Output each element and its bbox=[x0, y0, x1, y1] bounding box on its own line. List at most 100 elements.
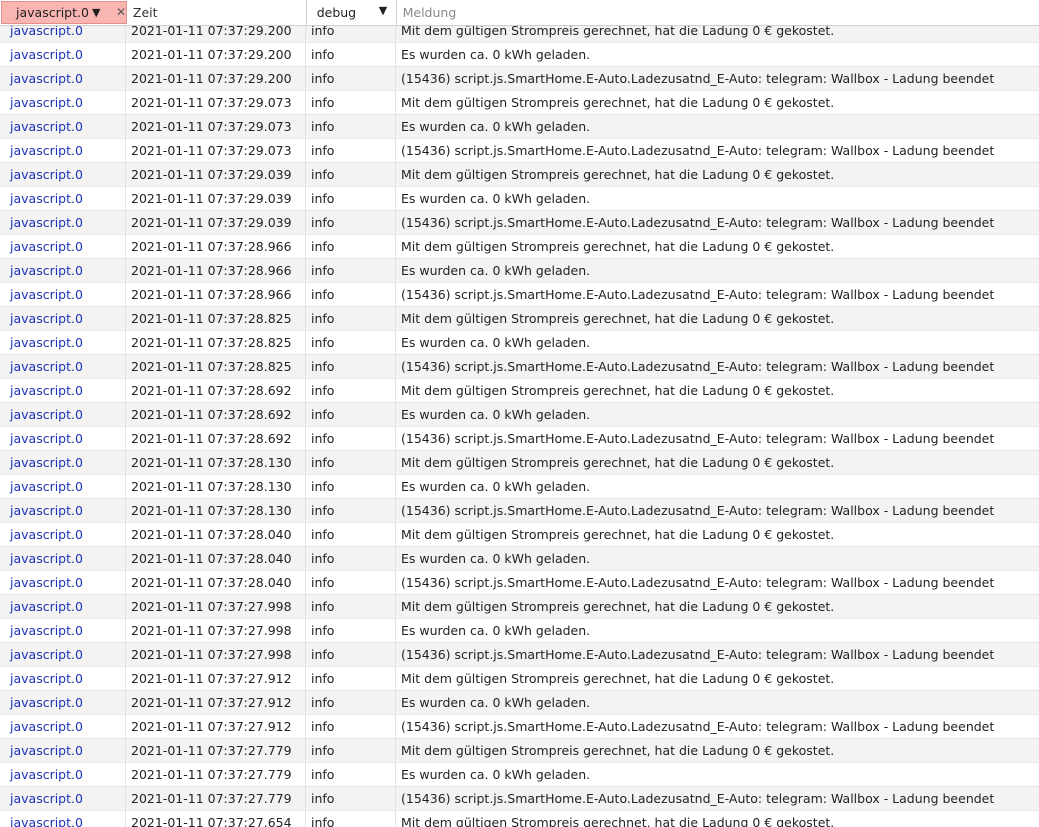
log-time: 2021-01-11 07:37:29.073 bbox=[126, 139, 306, 162]
log-row[interactable]: javascript.0 2021-01-11 07:37:29.039 info E… bbox=[0, 187, 1039, 211]
log-row[interactable]: javascript.0 2021-01-11 07:37:28.825 info E… bbox=[0, 331, 1039, 355]
log-row[interactable]: javascript.0 2021-01-11 07:37:28.040 info E… bbox=[0, 547, 1039, 571]
log-severity: info bbox=[306, 499, 396, 522]
log-source: javascript.0 bbox=[0, 547, 126, 570]
log-row[interactable]: javascript.0 2021-01-11 07:37:28.130 info E… bbox=[0, 475, 1039, 499]
log-severity: info bbox=[306, 67, 396, 90]
log-time: 2021-01-11 07:37:29.039 bbox=[126, 211, 306, 234]
log-message: (15436) script.js.SmartHome.E-Auto.Ladez… bbox=[401, 215, 995, 230]
chevron-down-icon[interactable]: ▼ bbox=[92, 6, 100, 19]
log-message: (15436) script.js.SmartHome.E-Auto.Ladez… bbox=[401, 143, 995, 158]
log-severity: info bbox=[306, 451, 396, 474]
log-row[interactable]: javascript.0 2021-01-11 07:37:29.073 info M… bbox=[0, 91, 1039, 115]
log-row[interactable]: javascript.0 2021-01-11 07:37:27.912 info M… bbox=[0, 667, 1039, 691]
log-time: 2021-01-11 07:37:27.998 bbox=[126, 595, 306, 618]
log-row[interactable]: javascript.0 2021-01-11 07:37:28.040 info (… bbox=[0, 571, 1039, 595]
log-source: javascript.0 bbox=[0, 115, 126, 138]
log-row[interactable]: javascript.0 2021-01-11 07:37:27.779 info (… bbox=[0, 787, 1039, 811]
log-severity: info bbox=[306, 43, 396, 66]
log-row[interactable]: javascript.0 2021-01-11 07:37:28.966 info (… bbox=[0, 283, 1039, 307]
log-row[interactable]: javascript.0 2021-01-11 07:37:27.779 info M… bbox=[0, 739, 1039, 763]
log-row[interactable]: javascript.0 2021-01-11 07:37:28.692 info E… bbox=[0, 403, 1039, 427]
severity-filter-select[interactable]: debug ▼ bbox=[307, 0, 397, 25]
log-row[interactable]: javascript.0 2021-01-11 07:37:29.039 info (… bbox=[0, 211, 1039, 235]
log-severity: info bbox=[306, 211, 396, 234]
log-row[interactable]: javascript.0 2021-01-11 07:37:29.073 info E… bbox=[0, 115, 1039, 139]
log-time: 2021-01-11 07:37:28.040 bbox=[126, 571, 306, 594]
log-time: 2021-01-11 07:37:28.825 bbox=[126, 307, 306, 330]
log-row[interactable]: javascript.0 2021-01-11 07:37:28.692 info (… bbox=[0, 427, 1039, 451]
log-row[interactable]: javascript.0 2021-01-11 07:37:27.654 info M… bbox=[0, 811, 1039, 827]
log-row[interactable]: javascript.0 2021-01-11 07:37:27.998 info (… bbox=[0, 643, 1039, 667]
log-table: javascript.0 ▼ ✕ debug ▼ javascript.0202… bbox=[0, 0, 1039, 827]
log-source: javascript.0 bbox=[0, 379, 126, 402]
log-time: 2021-01-11 07:37:28.130 bbox=[126, 499, 306, 522]
log-source: javascript.0 bbox=[0, 619, 126, 642]
log-message: Es wurden ca. 0 kWh geladen. bbox=[401, 551, 591, 566]
log-severity: info bbox=[306, 811, 396, 827]
log-severity: info bbox=[306, 331, 396, 354]
log-severity: info bbox=[306, 259, 396, 282]
log-row[interactable]: javascript.0 2021-01-11 07:37:27.998 info M… bbox=[0, 595, 1039, 619]
time-filter-input[interactable] bbox=[126, 0, 306, 25]
log-source: javascript.0 bbox=[0, 499, 126, 522]
log-time: 2021-01-11 07:37:29.039 bbox=[126, 163, 306, 186]
log-severity: info bbox=[306, 763, 396, 786]
log-row[interactable]: javascript.0 2021-01-11 07:37:28.825 info (… bbox=[0, 355, 1039, 379]
log-severity: info bbox=[306, 643, 396, 666]
log-time: 2021-01-11 07:37:27.779 bbox=[126, 739, 306, 762]
log-row[interactable]: javascript.0 2021-01-11 07:37:29.200 info (… bbox=[0, 67, 1039, 91]
source-filter-value: javascript.0 bbox=[16, 5, 89, 20]
log-source: javascript.0 bbox=[0, 139, 126, 162]
log-message: Mit dem gültigen Strompreis gerechnet, h… bbox=[401, 311, 835, 326]
clear-filter-icon[interactable]: ✕ bbox=[116, 5, 126, 19]
log-message: (15436) script.js.SmartHome.E-Auto.Ladez… bbox=[401, 719, 995, 734]
log-row[interactable]: javascript.0 2021-01-11 07:37:27.912 info E… bbox=[0, 691, 1039, 715]
log-source: javascript.0 bbox=[0, 163, 126, 186]
log-row[interactable]: javascript.0 2021-01-11 07:37:28.040 info M… bbox=[0, 523, 1039, 547]
log-row[interactable]: javascript.0 2021-01-11 07:37:27.998 info E… bbox=[0, 619, 1039, 643]
log-source: javascript.0 bbox=[0, 787, 126, 810]
log-time: 2021-01-11 07:37:27.654 bbox=[126, 811, 306, 827]
log-time: 2021-01-11 07:37:28.825 bbox=[126, 355, 306, 378]
log-source: javascript.0 bbox=[0, 571, 126, 594]
log-message: Es wurden ca. 0 kWh geladen. bbox=[401, 335, 591, 350]
log-source: javascript.0 bbox=[0, 91, 126, 114]
message-filter-input[interactable] bbox=[396, 0, 1039, 25]
log-time: 2021-01-11 07:37:27.912 bbox=[126, 691, 306, 714]
log-time: 2021-01-11 07:37:28.040 bbox=[126, 523, 306, 546]
log-row[interactable]: javascript.0 2021-01-11 07:37:29.200 info E… bbox=[0, 43, 1039, 67]
log-severity: info bbox=[306, 163, 396, 186]
log-source: javascript.0 bbox=[0, 307, 126, 330]
log-severity: info bbox=[306, 787, 396, 810]
log-row[interactable]: javascript.0 2021-01-11 07:37:28.130 info M… bbox=[0, 451, 1039, 475]
log-message: (15436) script.js.SmartHome.E-Auto.Ladez… bbox=[401, 503, 995, 518]
log-row[interactable]: javascript.0 2021-01-11 07:37:29.073 info (… bbox=[0, 139, 1039, 163]
log-message: Mit dem gültigen Strompreis gerechnet, h… bbox=[401, 167, 835, 182]
log-severity: info bbox=[306, 739, 396, 762]
log-row[interactable]: javascript.0 2021-01-11 07:37:28.692 info M… bbox=[0, 379, 1039, 403]
log-message: Mit dem gültigen Strompreis gerechnet, h… bbox=[401, 527, 835, 542]
log-row[interactable]: javascript.0 2021-01-11 07:37:27.779 info E… bbox=[0, 763, 1039, 787]
log-time: 2021-01-11 07:37:27.912 bbox=[126, 667, 306, 690]
log-row[interactable]: javascript.0 2021-01-11 07:37:28.966 info E… bbox=[0, 259, 1039, 283]
log-severity: info bbox=[306, 235, 396, 258]
log-message: Mit dem gültigen Strompreis gerechnet, h… bbox=[401, 671, 835, 686]
log-severity: info bbox=[306, 115, 396, 138]
log-rows: javascript.0 2021-01-11 07:37:29.200 info M… bbox=[0, 19, 1039, 827]
log-message: Es wurden ca. 0 kWh geladen. bbox=[401, 191, 591, 206]
log-severity: info bbox=[306, 139, 396, 162]
log-row[interactable]: javascript.0 2021-01-11 07:37:28.130 info (… bbox=[0, 499, 1039, 523]
log-message: (15436) script.js.SmartHome.E-Auto.Ladez… bbox=[401, 287, 995, 302]
log-row[interactable]: javascript.0 2021-01-11 07:37:28.966 info M… bbox=[0, 235, 1039, 259]
log-time: 2021-01-11 07:37:29.200 bbox=[126, 43, 306, 66]
log-source: javascript.0 bbox=[0, 235, 126, 258]
log-row[interactable]: javascript.0 2021-01-11 07:37:29.039 info M… bbox=[0, 163, 1039, 187]
chevron-down-icon[interactable]: ▼ bbox=[379, 4, 387, 17]
log-row[interactable]: javascript.0 2021-01-11 07:37:27.912 info (… bbox=[0, 715, 1039, 739]
log-message: Es wurden ca. 0 kWh geladen. bbox=[401, 407, 591, 422]
log-row[interactable]: javascript.0 2021-01-11 07:37:28.825 info M… bbox=[0, 307, 1039, 331]
log-source: javascript.0 bbox=[0, 595, 126, 618]
log-time: 2021-01-11 07:37:27.998 bbox=[126, 643, 306, 666]
source-filter-select[interactable]: javascript.0 ▼ ✕ bbox=[1, 1, 127, 24]
